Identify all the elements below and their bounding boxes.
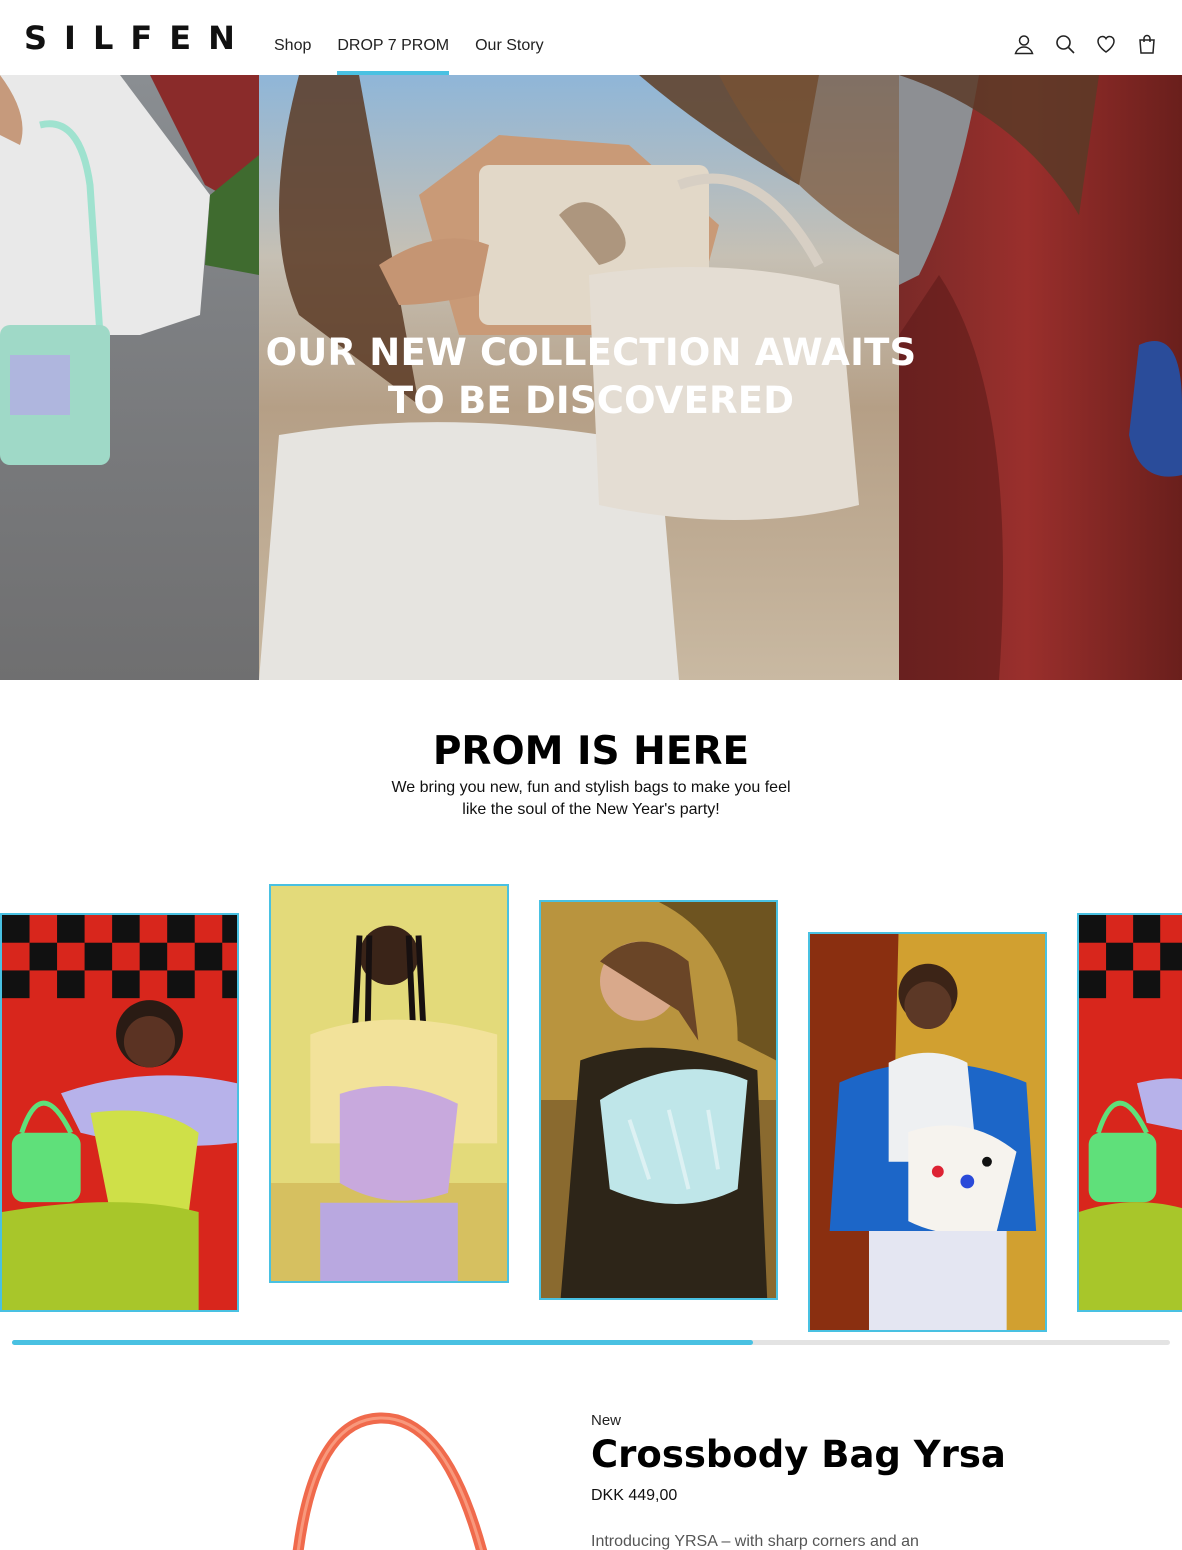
product-description: Introducing YRSA – with sharp corners an…: [591, 1533, 919, 1550]
section-title: PROM IS HERE: [432, 729, 750, 774]
wishlist-heart-icon[interactable]: [1095, 33, 1117, 55]
gallery-card-iridescent-bag[interactable]: [539, 900, 778, 1300]
cart-bag-icon[interactable]: [1136, 33, 1158, 55]
product-badge-new: New: [591, 1412, 622, 1429]
hero-image-left: [0, 75, 259, 680]
nav-drop-7-prom[interactable]: DROP 7 PROM: [337, 0, 449, 75]
main-nav: Shop DROP 7 PROM Our Story: [274, 0, 570, 75]
hero-image-right: [899, 75, 1182, 680]
product-image[interactable]: [220, 1380, 550, 1550]
product-price: DKK 449,00: [591, 1487, 678, 1504]
hero-banner[interactable]: OUR NEW COLLECTION AWAITS TO BE DISCOVER…: [0, 75, 1182, 680]
gallery-scrollbar-thumb[interactable]: [12, 1340, 754, 1345]
account-icon[interactable]: [1013, 33, 1035, 55]
header-icons: [1013, 33, 1158, 55]
hero-title: OUR NEW COLLECTION AWAITS TO BE DISCOVER…: [265, 331, 917, 422]
gallery-card-printed-bag[interactable]: [808, 932, 1047, 1332]
silfen-logo[interactable]: SILFEN: [24, 20, 252, 56]
gallery-card-lilac-bag[interactable]: [269, 884, 509, 1283]
site-header: SILFEN Shop DROP 7 PROM Our Story: [0, 0, 1182, 75]
nav-our-story[interactable]: Our Story: [475, 0, 543, 75]
nav-shop[interactable]: Shop: [274, 0, 311, 75]
search-icon[interactable]: [1054, 33, 1076, 55]
gallery-scrollbar[interactable]: [12, 1340, 1170, 1345]
gallery-card-green-bag-repeat[interactable]: [1077, 913, 1182, 1312]
section-subtitle: We bring you new, fun and stylish bags t…: [391, 779, 791, 818]
product-title[interactable]: Crossbody Bag Yrsa: [591, 1432, 1006, 1478]
gallery-card-green-bag[interactable]: [0, 913, 239, 1312]
